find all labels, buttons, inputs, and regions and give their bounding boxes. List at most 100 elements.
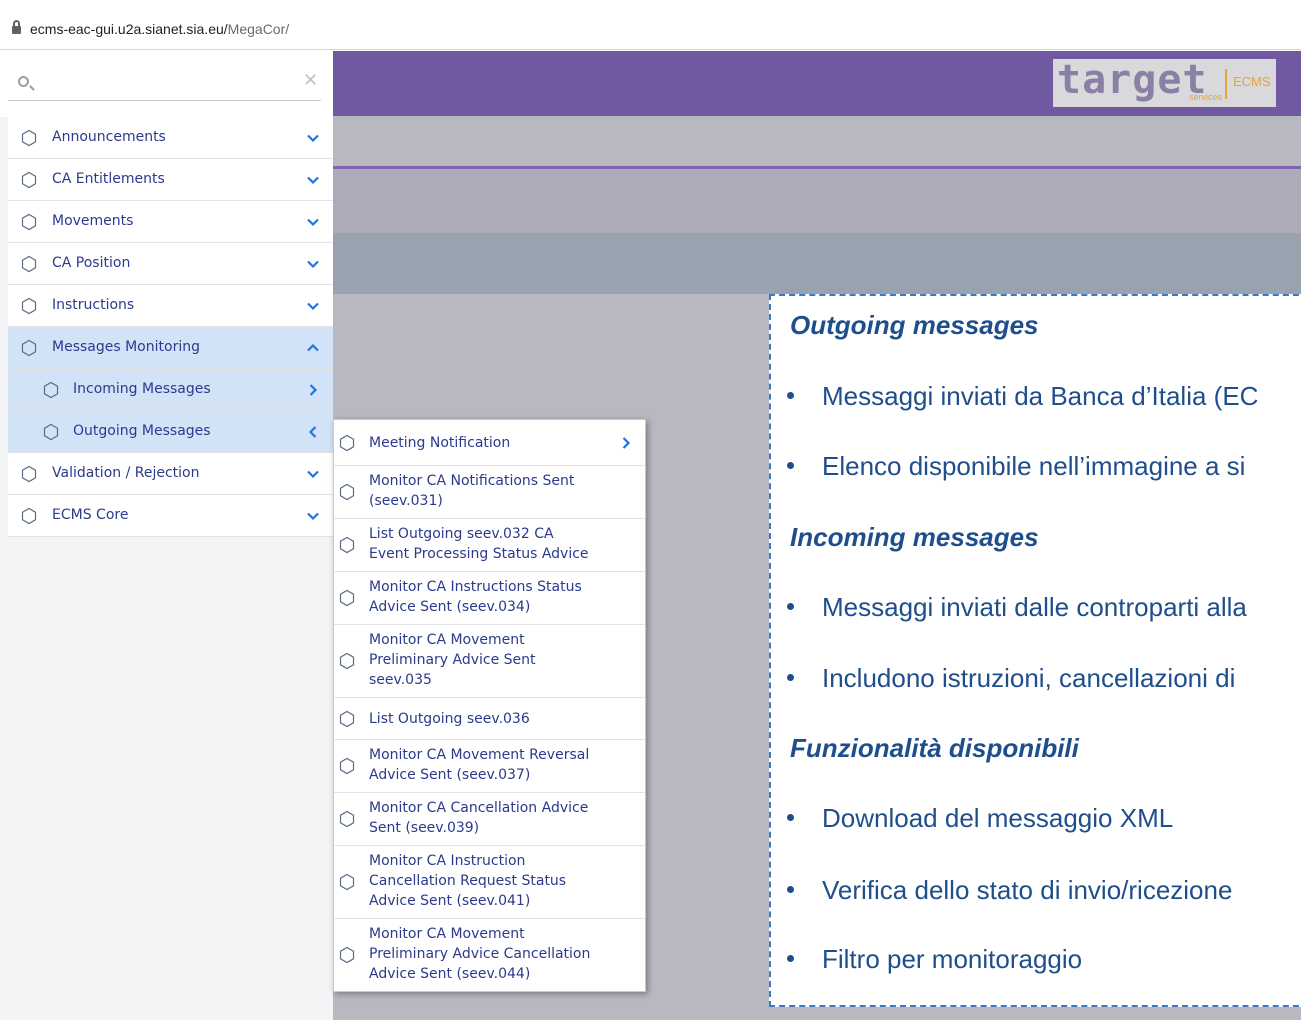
hexagon-icon <box>21 507 37 525</box>
submenu-item-seev037[interactable]: Monitor CA Movement Reversal Advice Sent… <box>334 740 645 793</box>
hexagon-icon <box>339 757 355 775</box>
sidebar-item-label: Announcements <box>52 129 166 145</box>
submenu-item-seev041[interactable]: Monitor CA Instruction Cancellation Requ… <box>334 846 645 919</box>
hexagon-icon <box>21 297 37 315</box>
sidebar-item-label: CA Position <box>52 255 131 271</box>
submenu-item-seev044[interactable]: Monitor CA Movement Preliminary Advice C… <box>334 919 645 991</box>
hexagon-icon <box>21 339 37 357</box>
logo-separator <box>1225 69 1227 99</box>
sidebar-item-ca-entitlements[interactable]: CA Entitlements <box>8 159 333 201</box>
hexagon-icon <box>339 483 355 501</box>
bullet-text: Download del messaggio XML <box>822 803 1174 833</box>
submenu-item-seev031[interactable]: Monitor CA Notifications Sent (seev.031) <box>334 466 645 519</box>
features-bullet-2: Verifica dello stato di invio/ricezione <box>787 875 1232 906</box>
outgoing-messages-submenu: Meeting Notification Monitor CA Notifica… <box>333 419 646 992</box>
search-input[interactable] <box>8 65 321 101</box>
hexagon-icon <box>339 710 355 728</box>
bullet-text: Includono istruzioni, cancellazioni di <box>822 663 1236 693</box>
sidebar-item-label: CA Entitlements <box>52 171 165 187</box>
outgoing-heading: Outgoing messages <box>790 310 1039 340</box>
chevron-down-icon[interactable] <box>304 507 322 525</box>
bullet-icon <box>787 461 794 469</box>
hexagon-icon <box>21 255 37 273</box>
sidebar-item-announcements[interactable]: Announcements <box>8 117 333 159</box>
logo-word: target <box>1057 57 1208 103</box>
hexagon-icon <box>21 171 37 189</box>
bullet-icon <box>787 813 794 821</box>
incoming-heading: Incoming messages <box>790 522 1039 552</box>
sidebar-item-label: ECMS Core <box>52 507 129 523</box>
submenu-item-seev039[interactable]: Monitor CA Cancellation Advice Sent (see… <box>334 793 645 846</box>
chevron-down-icon[interactable] <box>304 213 322 231</box>
submenu-item-seev034[interactable]: Monitor CA Instructions Status Advice Se… <box>334 572 645 625</box>
submenu-item-label: Monitor CA Instructions Status Advice Se… <box>369 579 582 615</box>
hexagon-icon <box>43 381 59 399</box>
hexagon-icon <box>339 652 355 670</box>
search-icon <box>18 76 29 87</box>
submenu-item-label: Meeting Notification <box>369 435 511 451</box>
submenu-item-label: Monitor CA Movement Preliminary Advice S… <box>369 632 536 688</box>
submenu-item-label: Monitor CA Movement Preliminary Advice C… <box>369 926 591 982</box>
chevron-left-icon[interactable] <box>304 423 322 441</box>
hexagon-icon <box>339 810 355 828</box>
hexagon-icon <box>339 536 355 554</box>
features-bullet-1: Download del messaggio XML <box>787 803 1173 834</box>
sidebar-menu: Announcements CA Entitlements Movements … <box>8 117 333 537</box>
hexagon-icon <box>339 589 355 607</box>
target-services-logo: target services ECMS <box>1053 59 1276 107</box>
sidebar-item-validation-rejection[interactable]: Validation / Rejection <box>8 453 333 495</box>
bullet-icon <box>787 673 794 681</box>
sidebar-item-incoming-messages[interactable]: Incoming Messages <box>8 369 333 411</box>
bullet-text: Messaggi inviati dalle controparti alla <box>822 592 1247 622</box>
submenu-item-label: Monitor CA Cancellation Advice Sent (see… <box>369 800 589 836</box>
chevron-down-icon[interactable] <box>304 465 322 483</box>
hexagon-icon <box>339 873 355 891</box>
sidebar-item-ca-position[interactable]: CA Position <box>8 243 333 285</box>
logo-ecms: ECMS <box>1233 74 1271 89</box>
sidebar-item-ecms-core[interactable]: ECMS Core <box>8 495 333 537</box>
chevron-right-icon[interactable] <box>304 381 322 399</box>
bullet-text: Elenco disponibile nell’immagine a si <box>822 451 1246 481</box>
submenu-item-label: Monitor CA Movement Reversal Advice Sent… <box>369 747 590 783</box>
hexagon-icon <box>21 465 37 483</box>
sidebar-item-label: Instructions <box>52 297 135 313</box>
sidebar-item-label: Messages Monitoring <box>52 339 200 355</box>
address-bar[interactable]: ecms-eac-gui.u2a.sianet.sia.eu/MegaCor/ <box>0 0 1301 50</box>
outgoing-bullet-2: Elenco disponibile nell’immagine a si <box>787 451 1245 482</box>
url-text[interactable]: ecms-eac-gui.u2a.sianet.sia.eu/MegaCor/ <box>30 21 289 37</box>
submenu-item-seev036[interactable]: List Outgoing seev.036 <box>334 698 645 740</box>
submenu-item-meeting-notification[interactable]: Meeting Notification <box>334 420 645 466</box>
bullet-icon <box>787 885 794 893</box>
submenu-item-label: List Outgoing seev.036 <box>369 711 530 727</box>
chevron-down-icon[interactable] <box>304 255 322 273</box>
chevron-down-icon[interactable] <box>304 297 322 315</box>
sidebar-item-movements[interactable]: Movements <box>8 201 333 243</box>
hexagon-icon <box>339 434 355 452</box>
outgoing-bullet-1: Messaggi inviati da Banca d’Italia (EC <box>787 381 1258 412</box>
features-bullet-3: Filtro per monitoraggio <box>787 944 1082 975</box>
logo-sub: services <box>1189 92 1223 102</box>
url-path: MegaCor/ <box>227 21 290 37</box>
features-heading: Funzionalità disponibili <box>790 733 1079 763</box>
bullet-icon <box>787 602 794 610</box>
bullet-text: Filtro per monitoraggio <box>822 944 1083 974</box>
menu-search: ✕ <box>0 51 333 117</box>
sidebar-item-label: Outgoing Messages <box>73 423 211 439</box>
sidebar-item-outgoing-messages[interactable]: Outgoing Messages <box>8 411 333 453</box>
sidebar-item-label: Movements <box>52 213 134 229</box>
sidebar-item-instructions[interactable]: Instructions <box>8 285 333 327</box>
submenu-item-seev032[interactable]: List Outgoing seev.032 CA Event Processi… <box>334 519 645 572</box>
chevron-right-icon[interactable] <box>617 434 635 452</box>
chevron-down-icon[interactable] <box>304 171 322 189</box>
chevron-down-icon[interactable] <box>304 129 322 147</box>
bullet-icon <box>787 391 794 399</box>
submenu-item-seev035[interactable]: Monitor CA Movement Preliminary Advice S… <box>334 625 645 698</box>
sidebar-item-messages-monitoring[interactable]: Messages Monitoring <box>8 327 333 369</box>
app-root: ecms-eac-gui.u2a.sianet.sia.eu/MegaCor/ … <box>0 0 1301 1020</box>
clear-icon[interactable]: ✕ <box>303 72 318 90</box>
info-box: Outgoing messages Messaggi inviati da Ba… <box>769 294 1301 1007</box>
chevron-up-icon[interactable] <box>304 339 322 357</box>
sidebar: ✕ Announcements CA Entitlements Movement… <box>0 51 333 1020</box>
submenu-item-label: Monitor CA Notifications Sent (seev.031) <box>369 473 575 509</box>
url-host: ecms-eac-gui.u2a.sianet.sia.eu/ <box>30 21 228 37</box>
